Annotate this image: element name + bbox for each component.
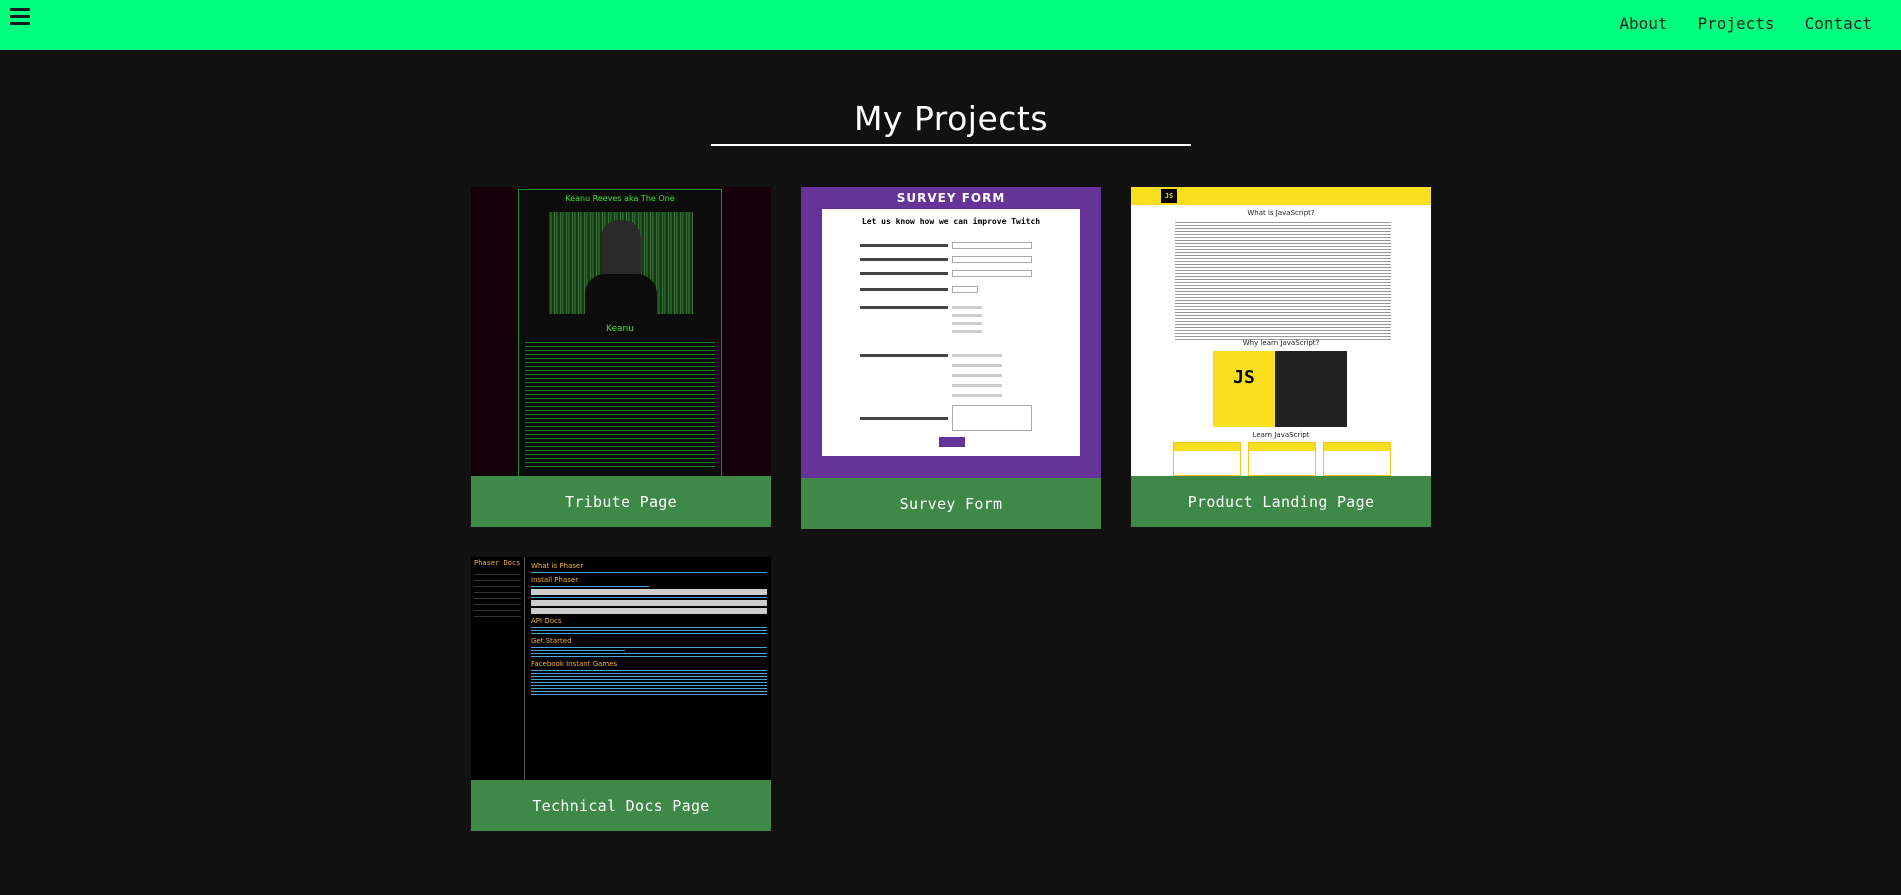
nav-link-contact[interactable]: Contact bbox=[1805, 14, 1872, 33]
project-caption[interactable]: Technical Docs Page bbox=[471, 780, 771, 831]
project-card-tribute[interactable]: Keanu Reeves aka The One Keanu Tribute P… bbox=[471, 187, 771, 527]
project-card-product[interactable]: JS What is JavaScript? Why learn JavaScr… bbox=[1131, 187, 1431, 527]
title-underline bbox=[711, 144, 1191, 146]
keanu-image bbox=[549, 212, 693, 314]
video-embed-preview: JS bbox=[1213, 351, 1347, 427]
nav-link-projects[interactable]: Projects bbox=[1698, 14, 1775, 33]
project-caption[interactable]: Tribute Page bbox=[471, 476, 771, 527]
thumb-title: SURVEY FORM bbox=[896, 191, 1006, 205]
project-card-survey[interactable]: SURVEY FORM Let us know how we can impro… bbox=[801, 187, 1101, 529]
submit-button-preview bbox=[939, 437, 965, 447]
thumb-heading-1: What is JavaScript? bbox=[1247, 209, 1315, 217]
thumb-heading-3: Learn JavaScript bbox=[1252, 431, 1310, 439]
hamburger-menu-icon[interactable] bbox=[10, 8, 30, 25]
docs-sidebar-preview: Phaser Docs bbox=[471, 557, 525, 780]
tribute-thumbnail: Keanu Reeves aka The One Keanu bbox=[471, 187, 771, 476]
nav-link-about[interactable]: About bbox=[1619, 14, 1667, 33]
project-caption[interactable]: Product Landing Page bbox=[1131, 476, 1431, 527]
top-nav: About Projects Contact bbox=[0, 0, 1901, 50]
thumb-subtitle: Keanu bbox=[606, 324, 634, 334]
nav-links: About Projects Contact bbox=[1619, 14, 1872, 33]
page-title: My Projects bbox=[853, 99, 1049, 138]
thumb-subtitle: Let us know how we can improve Twitch bbox=[861, 217, 1041, 226]
product-thumbnail: JS What is JavaScript? Why learn JavaScr… bbox=[1131, 187, 1431, 476]
project-caption[interactable]: Survey Form bbox=[801, 478, 1101, 529]
projects-heading: My Projects bbox=[711, 97, 1191, 146]
js-logo-icon: JS bbox=[1161, 189, 1177, 203]
thumb-title: Keanu Reeves aka The One bbox=[565, 194, 675, 203]
docs-thumbnail: Phaser Docs What is Phaser Install Phase… bbox=[471, 557, 771, 780]
project-card-docs[interactable]: Phaser Docs What is Phaser Install Phase… bbox=[471, 557, 771, 831]
survey-thumbnail: SURVEY FORM Let us know how we can impro… bbox=[801, 187, 1101, 478]
thumb-heading-2: Why learn JavaScript? bbox=[1242, 339, 1320, 347]
